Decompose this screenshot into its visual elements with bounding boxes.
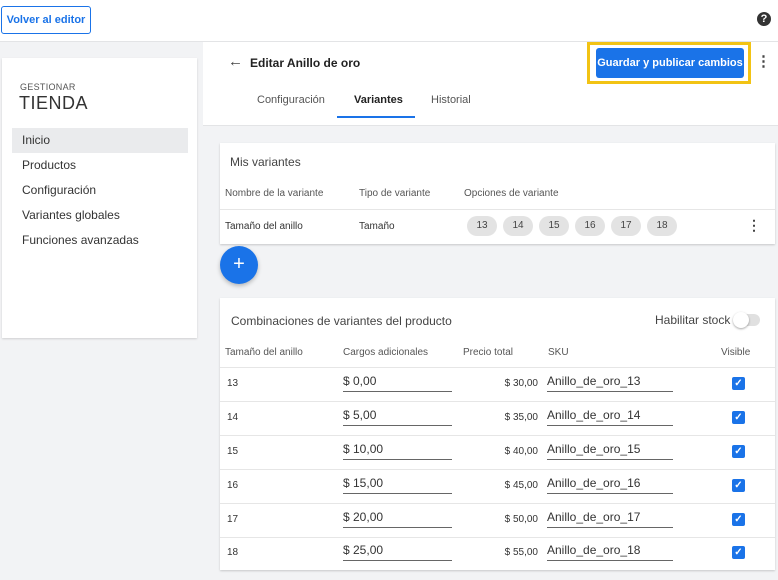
variants-card: Mis variantes Nombre de la variante Tipo… <box>220 143 775 244</box>
tab-variantes[interactable]: Variantes <box>354 94 403 106</box>
sidebar-item-configuracion[interactable]: Configuración <box>12 178 188 203</box>
variant-type: Tamaño <box>359 221 395 232</box>
column-header: Cargos adicionales <box>343 347 429 358</box>
total-price: $ 40,00 <box>504 446 538 457</box>
sidebar-item-variantes-globales[interactable]: Variantes globales <box>12 203 188 228</box>
page-title: Editar Anillo de oro <box>250 56 361 70</box>
column-header: Opciones de variante <box>464 188 559 199</box>
stock-label: Habilitar stock <box>655 313 731 327</box>
visible-checkbox[interactable]: ✓ <box>732 479 745 492</box>
visible-checkbox[interactable]: ✓ <box>732 546 745 559</box>
additional-charge-input[interactable]: $ 5,00 <box>343 406 452 426</box>
tab-configuracion[interactable]: Configuración <box>257 94 325 106</box>
sku-input[interactable]: Anillo_de_oro_14 <box>547 406 673 426</box>
column-header: Tipo de variante <box>359 188 431 199</box>
sku-input[interactable]: Anillo_de_oro_15 <box>547 440 673 460</box>
combinations-card: Combinaciones de variantes del producto … <box>220 298 775 570</box>
variant-option-chip: 18 <box>647 216 677 236</box>
additional-charge-input[interactable]: $ 25,00 <box>343 541 452 561</box>
visible-checkbox[interactable]: ✓ <box>732 411 745 424</box>
divider <box>220 503 775 504</box>
total-price: $ 55,00 <box>504 547 538 558</box>
add-variant-button[interactable]: + <box>220 246 258 284</box>
help-icon[interactable]: ? <box>757 12 771 26</box>
divider <box>220 435 775 436</box>
total-price: $ 30,00 <box>504 378 538 389</box>
top-bar: Volver al editor ? <box>0 0 778 42</box>
more-options-icon[interactable]: ⋮ <box>756 52 771 70</box>
sidebar-item-productos[interactable]: Productos <box>12 153 188 178</box>
column-header: Precio total <box>463 347 514 358</box>
visible-checkbox[interactable]: ✓ <box>732 377 745 390</box>
visible-checkbox[interactable]: ✓ <box>732 513 745 526</box>
variant-menu-icon[interactable]: ⋮ <box>747 217 761 234</box>
stock-toggle[interactable] <box>733 312 760 328</box>
variant-option-chip: 15 <box>539 216 569 236</box>
size-cell: 15 <box>227 446 239 457</box>
divider <box>220 469 775 470</box>
variant-option-chip: 14 <box>503 216 533 236</box>
sku-input[interactable]: Anillo_de_oro_13 <box>547 372 673 392</box>
divider <box>220 537 775 538</box>
size-cell: 13 <box>227 378 239 389</box>
divider <box>220 401 775 402</box>
size-cell: 18 <box>227 547 239 558</box>
variant-name: Tamaño del anillo <box>225 221 303 232</box>
sku-input[interactable]: Anillo_de_oro_17 <box>547 508 673 528</box>
variants-title: Mis variantes <box>230 155 301 169</box>
variant-option-chip: 17 <box>611 216 641 236</box>
sidebar-item-inicio[interactable]: Inicio <box>12 128 188 153</box>
size-cell: 16 <box>227 480 239 491</box>
sidebar: GESTIONAR TIENDA Inicio Productos Config… <box>2 58 197 338</box>
column-header: Visible <box>721 347 751 358</box>
save-publish-button[interactable]: Guardar y publicar cambios <box>596 48 744 78</box>
total-price: $ 35,00 <box>504 412 538 423</box>
total-price: $ 45,00 <box>504 480 538 491</box>
divider <box>220 209 775 210</box>
additional-charge-input[interactable]: $ 15,00 <box>343 474 452 494</box>
combinations-title: Combinaciones de variantes del producto <box>231 314 452 328</box>
total-price: $ 50,00 <box>504 514 538 525</box>
sidebar-title: TIENDA <box>19 93 89 113</box>
additional-charge-input[interactable]: $ 0,00 <box>343 372 452 392</box>
column-header: Nombre de la variante <box>225 188 324 199</box>
toggle-knob <box>733 312 749 328</box>
page-header: ← Editar Anillo de oro Configuración Var… <box>203 42 778 126</box>
back-to-editor-button[interactable]: Volver al editor <box>1 6 91 34</box>
additional-charge-input[interactable]: $ 10,00 <box>343 440 452 460</box>
column-header: SKU <box>548 347 569 358</box>
additional-charge-input[interactable]: $ 20,00 <box>343 508 452 528</box>
sidebar-subtitle: GESTIONAR <box>20 82 76 92</box>
sku-input[interactable]: Anillo_de_oro_18 <box>547 541 673 561</box>
size-cell: 14 <box>227 412 239 423</box>
tab-historial[interactable]: Historial <box>431 94 471 106</box>
sidebar-item-funciones-avanzadas[interactable]: Funciones avanzadas <box>12 228 188 253</box>
size-cell: 17 <box>227 514 239 525</box>
variant-option-chip: 16 <box>575 216 605 236</box>
column-header: Tamaño del anillo <box>225 347 303 358</box>
back-arrow-icon[interactable]: ← <box>228 53 243 70</box>
sku-input[interactable]: Anillo_de_oro_16 <box>547 474 673 494</box>
active-tab-indicator <box>337 116 415 118</box>
variant-option-chip: 13 <box>467 216 497 236</box>
divider <box>220 367 775 368</box>
visible-checkbox[interactable]: ✓ <box>732 445 745 458</box>
